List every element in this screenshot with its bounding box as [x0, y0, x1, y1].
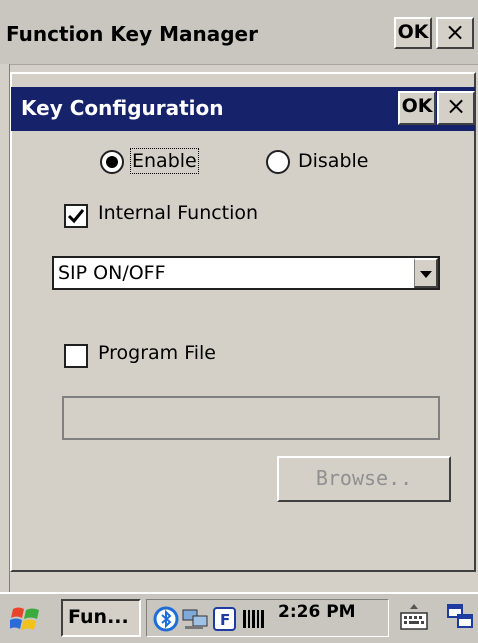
taskbar-app-button[interactable]: Fun... [61, 599, 141, 637]
outer-window-title: Function Key Manager [6, 22, 258, 46]
network-icon[interactable] [181, 606, 209, 632]
svg-text:F: F [220, 611, 230, 629]
program-file-label: Program File [98, 342, 216, 364]
dialog-title: Key Configuration [21, 96, 224, 120]
enable-radio-label: Enable [130, 148, 199, 174]
barcode-icon[interactable] [241, 606, 267, 632]
function-select-value: SIP ON/OFF [58, 262, 166, 284]
checkmark-icon [67, 209, 85, 224]
disable-radio-label: Disable [298, 150, 369, 172]
outer-close-button[interactable]: × [436, 17, 474, 49]
browse-button[interactable]: Browse.. [277, 456, 451, 502]
start-icon[interactable] [10, 604, 42, 634]
window-edge [0, 64, 10, 596]
taskbar: Fun... F 2:26 PM [0, 592, 478, 643]
enable-radio-circle[interactable] [100, 150, 124, 174]
dialog-ok-button[interactable]: OK [398, 91, 436, 125]
disable-radio[interactable]: Disable [266, 150, 396, 178]
function-select[interactable]: SIP ON/OFF [52, 256, 440, 290]
enable-radio[interactable]: Enable [100, 148, 230, 178]
dialog-close-button[interactable]: × [437, 91, 475, 125]
screen: Function Key Manager OK × Key Configurat… [0, 0, 478, 643]
desktop-icon[interactable] [446, 602, 476, 632]
program-file-checkbox[interactable] [64, 344, 88, 368]
internal-function-label: Internal Function [98, 202, 259, 224]
f-key-icon[interactable]: F [213, 606, 237, 632]
internal-function-checkbox[interactable] [64, 204, 88, 228]
outer-ok-button[interactable]: OK [394, 17, 432, 49]
dropdown-arrow-button[interactable] [414, 258, 438, 288]
chevron-down-icon [420, 271, 432, 278]
keyboard-icon[interactable] [398, 602, 430, 632]
bluetooth-icon[interactable] [153, 606, 179, 632]
disable-radio-circle[interactable] [266, 150, 290, 174]
clock[interactable]: 2:26 PM [278, 602, 356, 622]
program-path-field[interactable] [62, 396, 440, 440]
